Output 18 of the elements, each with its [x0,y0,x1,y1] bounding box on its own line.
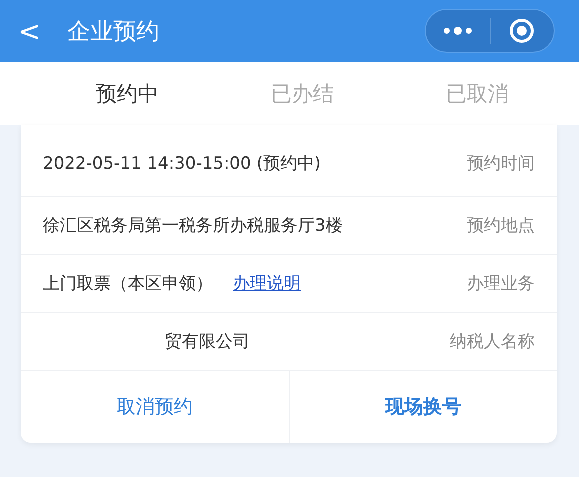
tab[interactable]: 已办结 [215,62,390,125]
back-button[interactable]: < [18,14,42,48]
row-value: 徐汇区税务局第一税务所办税服务厅3楼 [43,215,343,237]
tab[interactable]: 已取消 [390,62,565,125]
instructions-link[interactable]: 办理说明 [233,272,301,295]
row-label: 办理业务 [467,273,535,295]
more-icon[interactable] [442,27,473,35]
row-label: 预约时间 [467,153,535,175]
target-icon[interactable] [509,18,536,44]
taxpayer-name: 贸有限公司 [164,331,250,353]
tab[interactable]: 预约中 [40,62,215,125]
row-value: 2022-05-11 14:30-15:00 (预约中) [43,153,321,175]
cancel-button[interactable]: 取消预约 [21,371,290,443]
row-label: 预约地点 [467,215,535,237]
row-label: 纳税人名称 [450,331,535,353]
swap-number-button[interactable]: 现场换号 [290,371,557,443]
page-title: 企业预约 [67,18,160,46]
row-value: 上门取票（本区申领） [43,273,213,295]
